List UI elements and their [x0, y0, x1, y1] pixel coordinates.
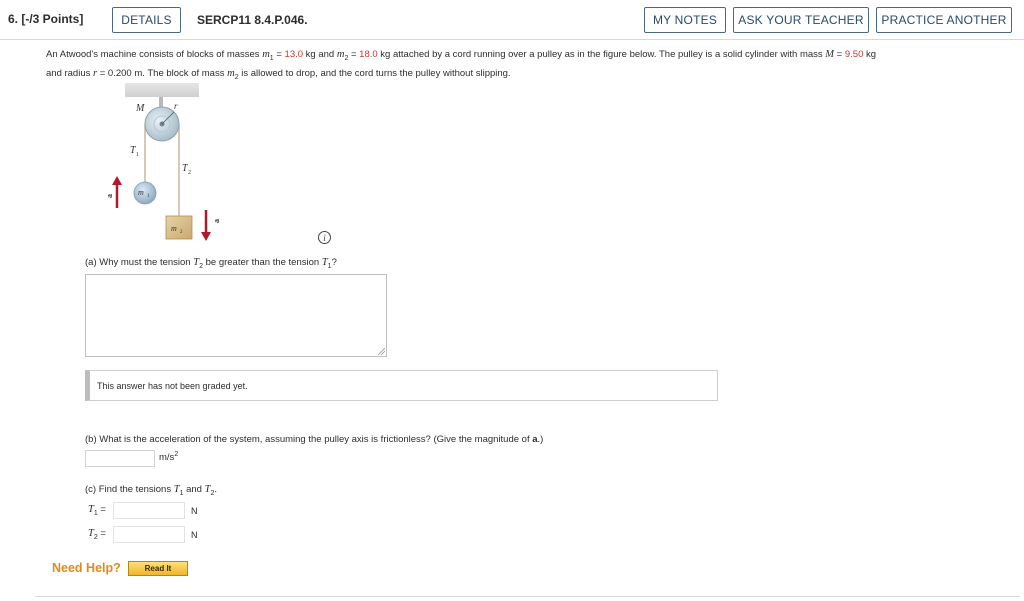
tension-t1-input[interactable]	[113, 502, 185, 519]
info-icon[interactable]: i	[318, 231, 331, 244]
atwood-machine-figure: M r T 1 T 2 m 1 m 2 a a	[105, 83, 221, 241]
svg-text:2: 2	[188, 170, 191, 176]
mass-M-value: 9.50	[844, 49, 864, 60]
accel-up-arrow	[112, 176, 122, 208]
mass-m2-value: 18.0	[359, 49, 378, 60]
question-number: 6. [-/3 Points]	[8, 12, 84, 26]
bottom-divider	[35, 596, 1020, 597]
tension-t2-label: T2 =	[88, 528, 106, 541]
tension-t1-label: T1 =	[88, 504, 106, 517]
label-a-down: a	[212, 219, 221, 223]
mass-m1-value: 13.0	[284, 49, 304, 60]
svg-text:1: 1	[136, 152, 139, 158]
need-help-label: Need Help?	[52, 561, 121, 575]
label-r: r	[174, 101, 178, 111]
question-header: 6. [-/3 Points] DETAILS SERCP11 8.4.P.04…	[0, 0, 1024, 40]
acceleration-input[interactable]	[85, 450, 155, 467]
part-c-question: (c) Find the tensions T1 and T2.	[85, 484, 217, 497]
part-a-answer-textarea[interactable]	[85, 274, 387, 357]
block-m2	[165, 215, 193, 240]
tension-t1-unit: N	[191, 506, 198, 516]
part-a-question: (a) Why must the tension T2 be greater t…	[85, 257, 337, 270]
grading-status-message: This answer has not been graded yet.	[85, 370, 718, 401]
acceleration-unit: m/s2	[159, 451, 179, 464]
label-M: M	[135, 103, 145, 114]
ceiling	[125, 83, 199, 97]
problem-code: SERCP11 8.4.P.046.	[197, 13, 308, 27]
ask-teacher-button[interactable]: ASK YOUR TEACHER	[733, 7, 869, 33]
svg-text:m: m	[138, 188, 144, 197]
tension-t2-unit: N	[191, 530, 198, 540]
label-a-up: a	[105, 194, 114, 198]
part-b-question: (b) What is the acceleration of the syst…	[85, 434, 544, 445]
resize-handle-icon[interactable]	[378, 348, 385, 355]
practice-another-button[interactable]: PRACTICE ANOTHER	[876, 7, 1012, 33]
accel-down-arrow	[201, 210, 211, 241]
tension-t2-input[interactable]	[113, 526, 185, 543]
details-button[interactable]: DETAILS	[112, 7, 181, 33]
read-it-button[interactable]: Read It	[128, 561, 188, 576]
svg-text:m: m	[171, 224, 177, 233]
my-notes-button[interactable]: MY NOTES	[644, 7, 726, 33]
